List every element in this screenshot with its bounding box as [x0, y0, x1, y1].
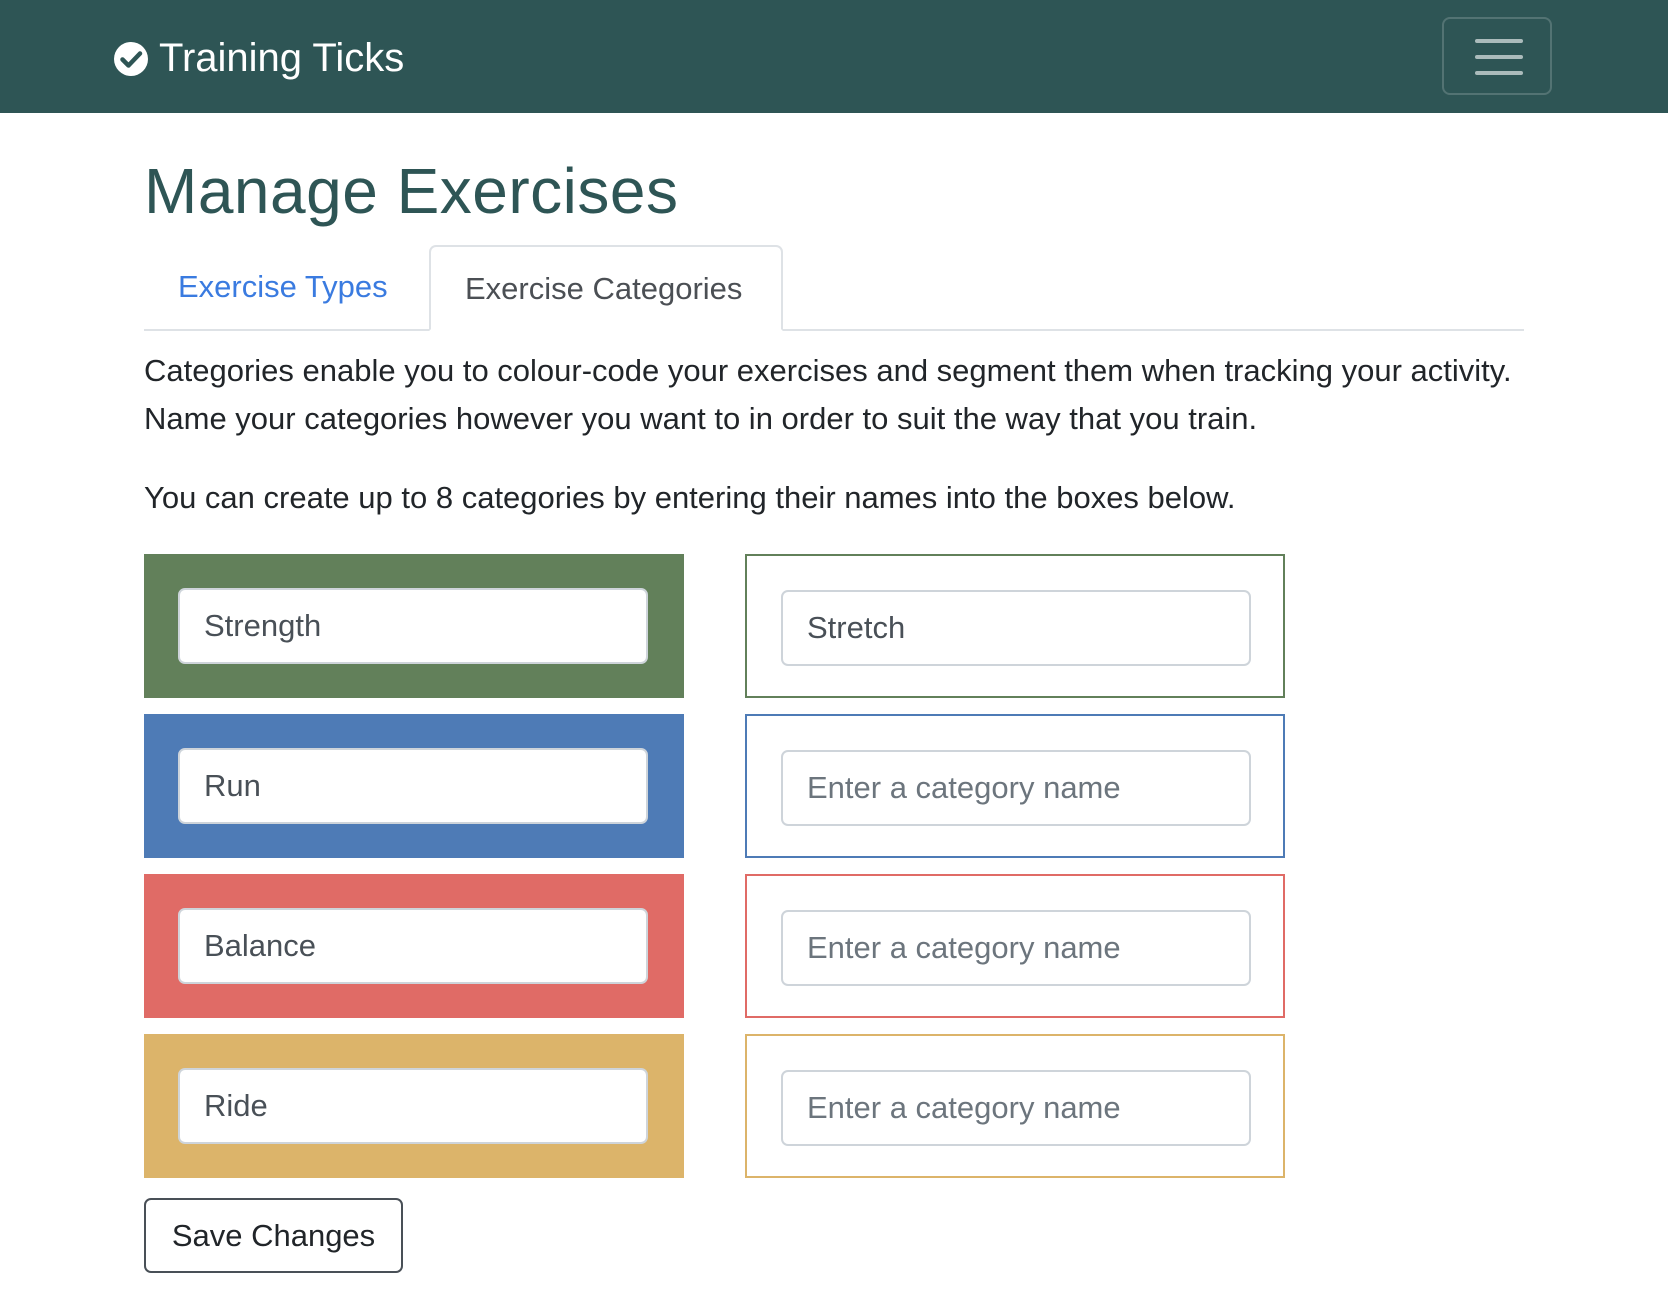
brand-name: Training Ticks — [159, 36, 405, 80]
tab-bar: Exercise Types Exercise Categories — [144, 245, 1524, 331]
category-input-5[interactable] — [781, 590, 1251, 666]
category-swatch-7 — [745, 874, 1285, 1018]
intro-text: Categories enable you to colour-code you… — [144, 353, 1512, 436]
category-swatch-4 — [144, 1034, 684, 1178]
hamburger-menu-icon — [1475, 39, 1523, 43]
menu-toggle-button[interactable] — [1442, 17, 1552, 95]
page-title: Manage Exercises — [144, 155, 679, 227]
navbar: Training Ticks — [0, 0, 1668, 113]
category-input-4[interactable] — [178, 1068, 648, 1144]
category-input-7[interactable] — [781, 910, 1251, 986]
category-input-1[interactable] — [178, 588, 648, 664]
category-swatch-1 — [144, 554, 684, 698]
category-swatch-3 — [144, 874, 684, 1018]
category-input-3[interactable] — [178, 908, 648, 984]
category-swatch-6 — [745, 714, 1285, 858]
tab-exercise-types[interactable]: Exercise Types — [144, 245, 422, 329]
category-swatch-8 — [745, 1034, 1285, 1178]
category-input-8[interactable] — [781, 1070, 1251, 1146]
check-circle-icon — [113, 40, 149, 76]
brand-link[interactable]: Training Ticks — [113, 34, 404, 82]
category-swatch-5 — [745, 554, 1285, 698]
category-input-2[interactable] — [178, 748, 648, 824]
save-changes-button[interactable]: Save Changes — [144, 1198, 403, 1273]
tab-exercise-categories[interactable]: Exercise Categories — [429, 245, 783, 331]
limit-note: You can create up to 8 categories by ent… — [144, 480, 1236, 515]
category-swatch-2 — [144, 714, 684, 858]
category-input-6[interactable] — [781, 750, 1251, 826]
